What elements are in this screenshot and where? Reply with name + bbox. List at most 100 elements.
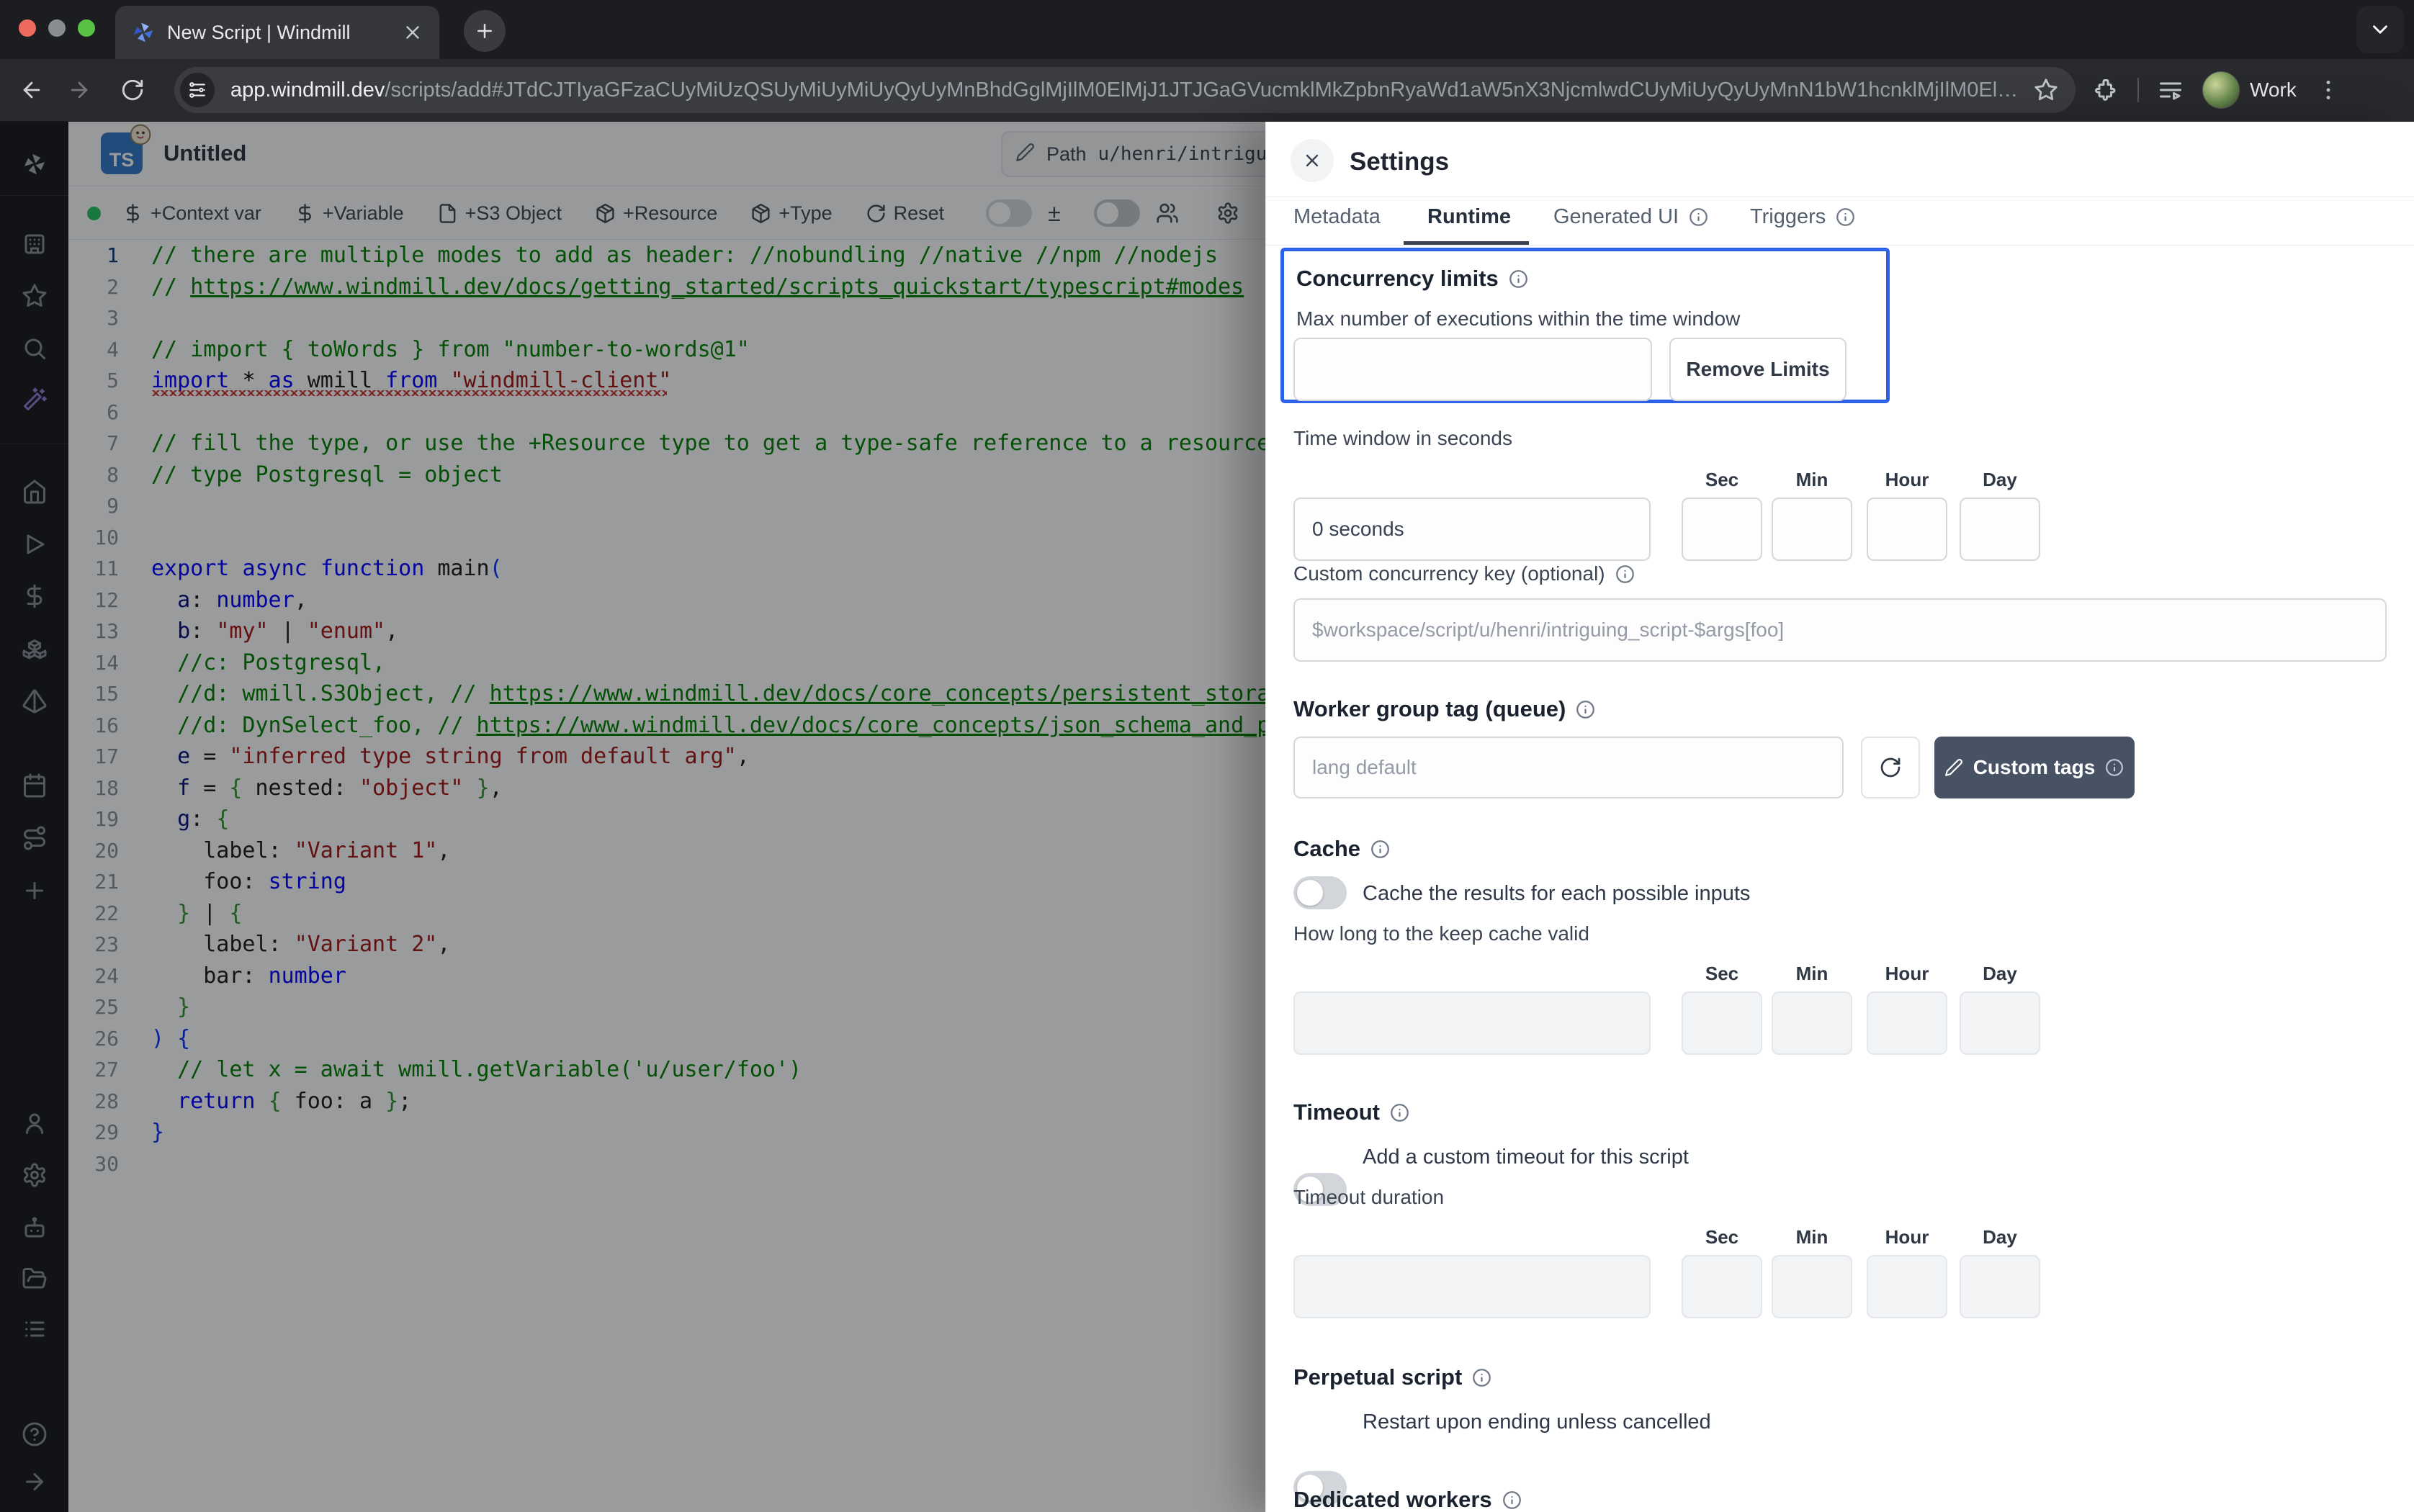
info-icon (1390, 1103, 1409, 1122)
browser-menu-icon[interactable] (2315, 77, 2341, 103)
tab-runtime[interactable]: Runtime (1427, 205, 1511, 229)
tab-generated-ui[interactable]: Generated UI (1553, 205, 1708, 229)
cache-toggle-label: Cache the results for each possible inpu… (1363, 882, 1750, 906)
max-executions-label: Max number of executions within the time… (1296, 307, 1740, 330)
info-icon (1836, 207, 1855, 227)
cache-min-input (1772, 991, 1852, 1055)
info-icon (1576, 700, 1595, 719)
timeout-min-input (1772, 1255, 1852, 1318)
new-tab-button[interactable] (464, 10, 506, 52)
unit-label-sec: Sec (1682, 1226, 1762, 1248)
unit-label-day: Day (1960, 1226, 2040, 1248)
close-icon (1302, 150, 1322, 171)
divider (1266, 245, 2414, 246)
unit-label-hour: Hour (1867, 963, 1947, 985)
close-tab-icon[interactable] (402, 22, 423, 43)
zoom-window-button[interactable] (78, 19, 95, 37)
address-bar[interactable]: app.windmill.dev/scripts/add#JTdCJTIyaGF… (174, 67, 2076, 113)
cache-duration-label: How long to the keep cache valid (1293, 922, 1589, 945)
forward-button[interactable] (63, 74, 95, 106)
cache-sec-input (1682, 991, 1762, 1055)
reading-list-icon[interactable] (2158, 77, 2184, 103)
url-path: /scripts/add#JTdCJTIyaGFzaCUyMiUzQSUyMiU… (385, 78, 2018, 102)
time-window-min-input[interactable] (1772, 498, 1852, 561)
info-icon (1689, 207, 1708, 227)
tab-metadata[interactable]: Metadata (1293, 205, 1381, 229)
time-window-day-input[interactable] (1960, 498, 2040, 561)
info-icon (1509, 269, 1528, 289)
cache-toggle[interactable] (1293, 876, 1347, 909)
cache-duration-input (1293, 991, 1651, 1055)
unit-label-min: Min (1772, 963, 1852, 985)
app-window: TS Untitled Path u/henri/intrigu +Contex… (0, 122, 2414, 1512)
cache-day-input (1960, 991, 2040, 1055)
timeout-heading: Timeout (1293, 1099, 1409, 1125)
time-window-input[interactable] (1293, 498, 1651, 561)
url-host: app.windmill.dev (230, 78, 385, 102)
settings-panel: Settings Metadata Runtime Generated UI T… (1265, 122, 2414, 1512)
unit-label-sec: Sec (1682, 469, 1762, 491)
unit-label-hour: Hour (1867, 469, 1947, 491)
info-icon (1370, 840, 1390, 859)
perpetual-script-heading: Perpetual script (1293, 1364, 1491, 1390)
info-icon (1502, 1490, 1522, 1510)
settings-title: Settings (1350, 148, 1449, 176)
unit-label-min: Min (1772, 469, 1852, 491)
cache-heading: Cache (1293, 836, 1390, 862)
max-executions-input[interactable] (1293, 338, 1652, 401)
timeout-toggle-label: Add a custom timeout for this script (1363, 1146, 1689, 1169)
unit-label-day: Day (1960, 963, 2040, 985)
browser-toolbar: app.windmill.dev/scripts/add#JTdCJTIyaGF… (0, 59, 2414, 121)
unit-label-hour: Hour (1867, 1226, 1947, 1248)
info-icon (2105, 758, 2124, 778)
window-controls (19, 19, 95, 37)
tab-bar: New Script | Windmill (0, 0, 2414, 59)
refresh-tags-button[interactable] (1861, 737, 1920, 798)
screen: New Script | Windmill app.windmill.dev/s… (0, 0, 2414, 1512)
profile-avatar[interactable] (2202, 71, 2240, 109)
unit-label-day: Day (1960, 469, 2040, 491)
browser-chrome: New Script | Windmill app.windmill.dev/s… (0, 0, 2414, 121)
cache-hour-input (1867, 991, 1947, 1055)
concurrency-key-input[interactable] (1293, 598, 2387, 662)
close-settings-button[interactable] (1291, 139, 1334, 182)
reload-button[interactable] (117, 74, 148, 106)
back-button[interactable] (16, 74, 48, 106)
windmill-favicon (131, 20, 156, 45)
remove-limits-button[interactable]: Remove Limits (1669, 338, 1847, 401)
timeout-duration-input (1293, 1255, 1651, 1318)
refresh-icon (1879, 756, 1902, 779)
time-window-label: Time window in seconds (1293, 427, 1512, 450)
tab-triggers[interactable]: Triggers (1750, 205, 1855, 229)
site-settings-icon[interactable] (180, 73, 215, 107)
worker-group-input[interactable] (1293, 737, 1844, 798)
minimize-window-button[interactable] (48, 19, 66, 37)
info-icon (1472, 1368, 1491, 1387)
toolbar-divider (2137, 78, 2139, 102)
chrome-actions: Work (2093, 71, 2341, 109)
worker-group-heading: Worker group tag (queue) (1293, 696, 1595, 722)
bookmark-star-icon[interactable] (2034, 78, 2058, 102)
close-window-button[interactable] (19, 19, 36, 37)
unit-label-min: Min (1772, 1226, 1852, 1248)
concurrency-key-label: Custom concurrency key (optional) (1293, 562, 1635, 585)
tab-title: New Script | Windmill (167, 22, 390, 44)
profile-name: Work (2250, 78, 2297, 102)
tab-search-button[interactable] (2356, 6, 2404, 53)
time-window-sec-input[interactable] (1682, 498, 1762, 561)
perpetual-toggle-label: Restart upon ending unless cancelled (1363, 1410, 1711, 1434)
concurrency-limits-heading: Concurrency limits (1296, 266, 1528, 292)
pencil-icon (1944, 758, 1963, 777)
extensions-icon[interactable] (2093, 77, 2119, 103)
unit-label-sec: Sec (1682, 963, 1762, 985)
dedicated-workers-heading: Dedicated workers (1293, 1487, 1522, 1512)
info-icon (1615, 564, 1635, 584)
time-window-hour-input[interactable] (1867, 498, 1947, 561)
timeout-hour-input (1867, 1255, 1947, 1318)
timeout-duration-label: Timeout duration (1293, 1186, 1444, 1209)
timeout-day-input (1960, 1255, 2040, 1318)
timeout-sec-input (1682, 1255, 1762, 1318)
url-text: app.windmill.dev/scripts/add#JTdCJTIyaGF… (230, 78, 2034, 102)
browser-tab[interactable]: New Script | Windmill (115, 6, 439, 59)
custom-tags-button[interactable]: Custom tags (1934, 737, 2135, 798)
